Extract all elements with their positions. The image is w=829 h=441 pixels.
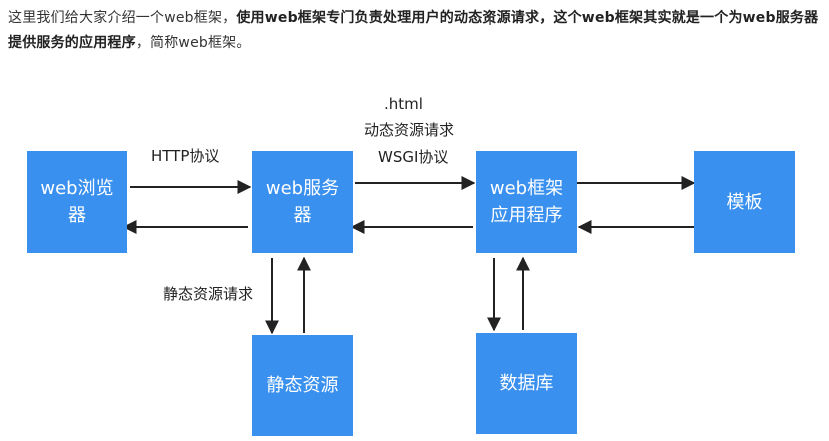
edge-label-html: .html — [384, 95, 423, 113]
node-web-server: web服务器 — [252, 151, 353, 253]
node-web-browser: web浏览器 — [27, 151, 127, 253]
node-database-label: 数据库 — [499, 373, 554, 394]
edge-label-static-request: 静态资源请求 — [163, 285, 254, 303]
node-template-label: 模板 — [726, 191, 763, 213]
edge-label-dynamic-request: 动态资源请求 — [364, 121, 455, 139]
node-web-framework-label: web框架应用程序 — [489, 178, 564, 226]
edge-label-wsgi: WSGI协议 — [378, 148, 449, 166]
node-web-server-label: web服务器 — [265, 178, 340, 226]
node-static-resources: 静态资源 — [252, 335, 353, 436]
node-static-resources-label: 静态资源 — [266, 375, 339, 396]
node-web-framework: web框架应用程序 — [476, 151, 577, 253]
edge-label-http: HTTP协议 — [151, 147, 220, 165]
node-template: 模板 — [694, 151, 795, 253]
diagram-canvas: 这里我们给大家介绍一个web框架，使用web框架专门负责处理用户的动态资源请求，… — [0, 0, 829, 441]
node-database: 数据库 — [476, 333, 577, 434]
node-web-browser-label: web浏览器 — [40, 178, 114, 226]
